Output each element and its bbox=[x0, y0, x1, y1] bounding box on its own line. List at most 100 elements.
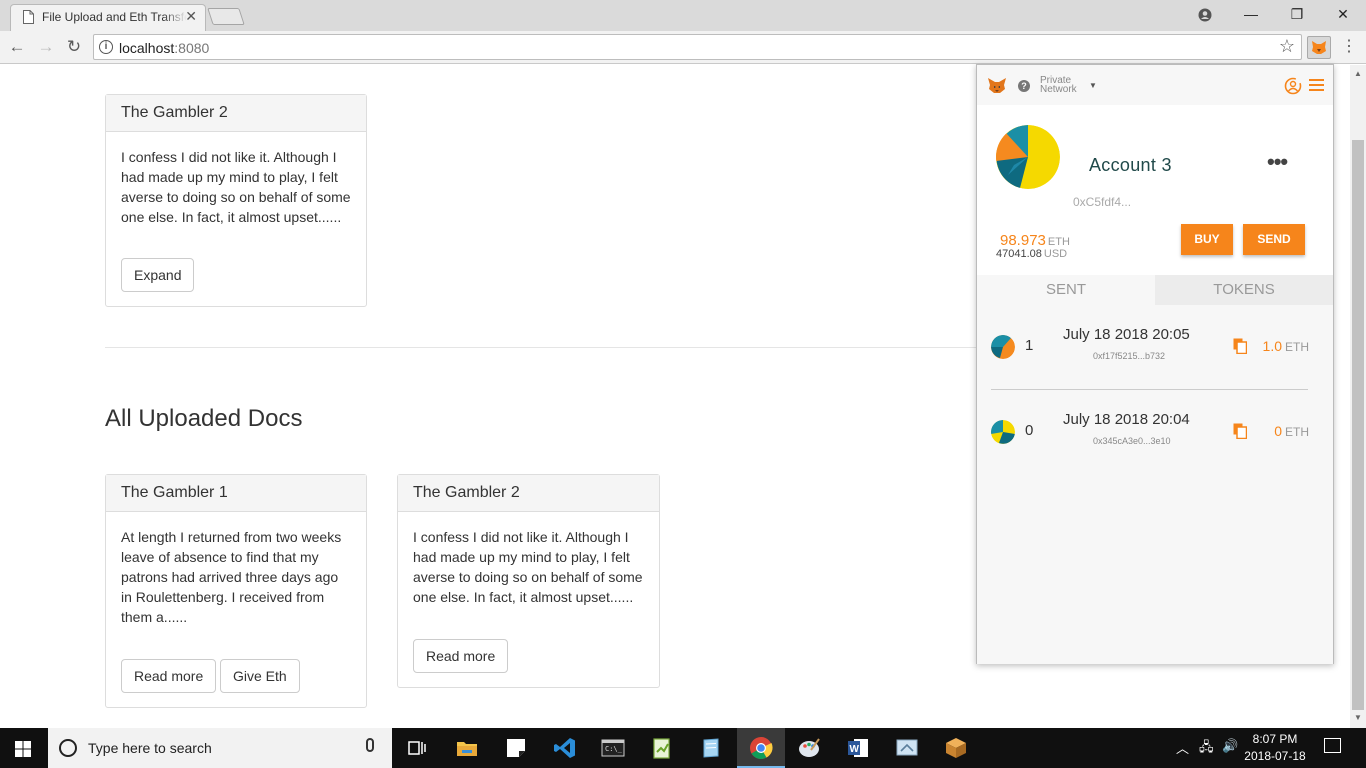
copy-icon[interactable] bbox=[1233, 423, 1247, 439]
taskbar-clock[interactable]: 8:07 PM 2018-07-18 bbox=[1242, 731, 1308, 765]
microphone-icon[interactable] bbox=[366, 738, 374, 752]
action-center-icon[interactable] bbox=[1324, 738, 1341, 753]
notepad-icon[interactable] bbox=[699, 736, 723, 760]
search-placeholder: Type here to search bbox=[88, 740, 212, 756]
account-address[interactable]: 0xC5fdf4... bbox=[1073, 195, 1131, 209]
notepad-plus-icon[interactable] bbox=[650, 736, 674, 760]
tab-strip: File Upload and Eth Transfer ✕ — ❐ ✕ bbox=[0, 0, 1366, 31]
transaction-hash[interactable]: 0x345cA3e0...3e10 bbox=[1093, 436, 1171, 446]
network-dropdown-icon[interactable]: ▼ bbox=[1089, 81, 1097, 90]
help-icon[interactable]: ? bbox=[1018, 80, 1030, 92]
profile-icon[interactable] bbox=[1182, 0, 1228, 28]
transaction-amount: 1.0 ETH bbox=[1263, 338, 1309, 354]
tab-sent[interactable]: SENT bbox=[977, 275, 1155, 305]
buy-button[interactable]: BUY bbox=[1181, 224, 1233, 255]
eth-unit: ETH bbox=[1047, 236, 1070, 248]
transaction-nonce: 1 bbox=[1025, 337, 1034, 354]
read-more-button[interactable]: Read more bbox=[121, 659, 217, 693]
restore-button[interactable]: ❐ bbox=[1274, 0, 1320, 28]
usd-balance: 47041.08 USD bbox=[996, 248, 1067, 260]
terminal-icon[interactable]: C:\_ bbox=[601, 736, 625, 760]
transaction-identicon bbox=[991, 335, 1015, 359]
transaction-identicon bbox=[991, 420, 1015, 444]
page-scrollbar[interactable]: ▲ ▼ bbox=[1350, 65, 1366, 728]
browser-menu-icon[interactable]: ⋮ bbox=[1341, 37, 1357, 57]
url-port: :8080 bbox=[174, 40, 210, 56]
vscode-icon[interactable] bbox=[553, 736, 577, 760]
card-title: The Gambler 2 bbox=[106, 95, 366, 132]
network-line2: Network bbox=[1040, 84, 1077, 95]
new-tab-button[interactable] bbox=[207, 8, 245, 25]
svg-text:C:\_: C:\_ bbox=[605, 745, 623, 753]
transaction-amount: 0 ETH bbox=[1274, 423, 1309, 439]
expand-button[interactable]: Expand bbox=[121, 258, 195, 292]
address-bar[interactable]: i localhost:8080 ☆ bbox=[93, 34, 1302, 60]
divider bbox=[105, 347, 1005, 348]
reload-icon[interactable]: ↻ bbox=[63, 36, 85, 58]
chrome-icon[interactable] bbox=[749, 736, 773, 760]
transaction-hash[interactable]: 0xf17f5215...b732 bbox=[1093, 351, 1165, 361]
give-eth-button[interactable]: Give Eth bbox=[220, 659, 300, 693]
tab-tokens[interactable]: TOKENS bbox=[1155, 275, 1333, 305]
snipping-tool-icon[interactable] bbox=[895, 736, 919, 760]
send-button[interactable]: SEND bbox=[1243, 224, 1305, 255]
clock-date: 2018-07-18 bbox=[1244, 749, 1306, 763]
read-more-button[interactable]: Read more bbox=[413, 639, 509, 673]
bookmark-star-icon[interactable]: ☆ bbox=[1279, 36, 1295, 57]
browser-tab[interactable]: File Upload and Eth Transfer ✕ bbox=[10, 4, 206, 31]
transaction-row[interactable]: 0 July 18 2018 20:04 0x345cA3e0...3e10 0… bbox=[991, 390, 1309, 474]
card-body: At length I returned from two weeks leav… bbox=[121, 529, 342, 625]
account-options-icon[interactable]: ••• bbox=[1267, 149, 1288, 175]
taskbar-search[interactable]: Type here to search bbox=[48, 728, 392, 768]
amount-value: 0 bbox=[1274, 423, 1282, 439]
metamask-tabs: SENT TOKENS bbox=[977, 275, 1333, 305]
svg-text:W: W bbox=[850, 744, 860, 755]
amount-unit: ETH bbox=[1285, 425, 1309, 439]
metamask-extension-icon[interactable] bbox=[1307, 36, 1331, 59]
package-icon[interactable] bbox=[944, 736, 968, 760]
info-icon[interactable]: i bbox=[99, 40, 113, 54]
minimize-button[interactable]: — bbox=[1228, 0, 1274, 28]
sticky-notes-icon[interactable] bbox=[504, 736, 528, 760]
close-window-button[interactable]: ✕ bbox=[1320, 0, 1366, 28]
account-identicon[interactable] bbox=[996, 125, 1060, 189]
scrollbar-thumb[interactable] bbox=[1352, 140, 1364, 710]
file-explorer-icon[interactable] bbox=[455, 736, 479, 760]
page-icon bbox=[23, 10, 34, 24]
windows-taskbar: Type here to search C:\_ W ︿ 🖧 🔊 8:07 PM… bbox=[0, 728, 1366, 768]
card-title: The Gambler 1 bbox=[106, 475, 366, 512]
metamask-fox-icon bbox=[988, 78, 1006, 93]
windows-start-icon[interactable] bbox=[15, 741, 31, 757]
url-host: localhost bbox=[119, 40, 175, 56]
forward-icon[interactable]: → bbox=[35, 36, 57, 58]
transaction-date: July 18 2018 20:05 bbox=[1063, 326, 1190, 343]
word-icon[interactable]: W bbox=[846, 736, 870, 760]
copy-icon[interactable] bbox=[1233, 338, 1247, 354]
metamask-popup: ? Private Network ▼ Account 3 ••• 0xC5fd… bbox=[976, 64, 1334, 664]
scroll-down-icon[interactable]: ▼ bbox=[1354, 713, 1362, 722]
cortana-icon bbox=[59, 739, 77, 757]
transaction-date: July 18 2018 20:04 bbox=[1063, 411, 1190, 428]
paint-icon[interactable] bbox=[797, 736, 821, 760]
amount-value: 1.0 bbox=[1262, 338, 1282, 354]
account-switch-icon[interactable] bbox=[1284, 77, 1302, 95]
usd-balance-value: 47041.08 bbox=[996, 248, 1042, 260]
tray-overflow-icon[interactable]: ︿ bbox=[1176, 738, 1189, 757]
clock-time: 8:07 PM bbox=[1252, 732, 1298, 746]
task-view-icon[interactable] bbox=[405, 736, 429, 760]
eth-balance: 98.973 ETH bbox=[1000, 232, 1070, 249]
scroll-up-icon[interactable]: ▲ bbox=[1354, 69, 1362, 78]
hamburger-menu-icon[interactable] bbox=[1309, 79, 1324, 91]
top-doc-card: The Gambler 2 I confess I did not like i… bbox=[105, 94, 367, 307]
network-selector[interactable]: Private Network bbox=[1040, 76, 1077, 95]
network-icon[interactable]: 🖧 bbox=[1199, 738, 1214, 760]
volume-icon[interactable]: 🔊 bbox=[1222, 738, 1238, 754]
usd-unit: USD bbox=[1043, 248, 1068, 260]
doc-card-1: The Gambler 1 At length I returned from … bbox=[105, 474, 367, 708]
transaction-row[interactable]: 1 July 18 2018 20:05 0xf17f5215...b732 1… bbox=[991, 305, 1309, 389]
close-tab-icon[interactable]: ✕ bbox=[185, 8, 197, 25]
back-icon[interactable]: ← bbox=[6, 36, 28, 58]
url-text[interactable]: localhost:8080 bbox=[119, 40, 209, 56]
account-name: Account 3 bbox=[1089, 155, 1172, 175]
metamask-header: ? Private Network ▼ bbox=[977, 65, 1333, 105]
